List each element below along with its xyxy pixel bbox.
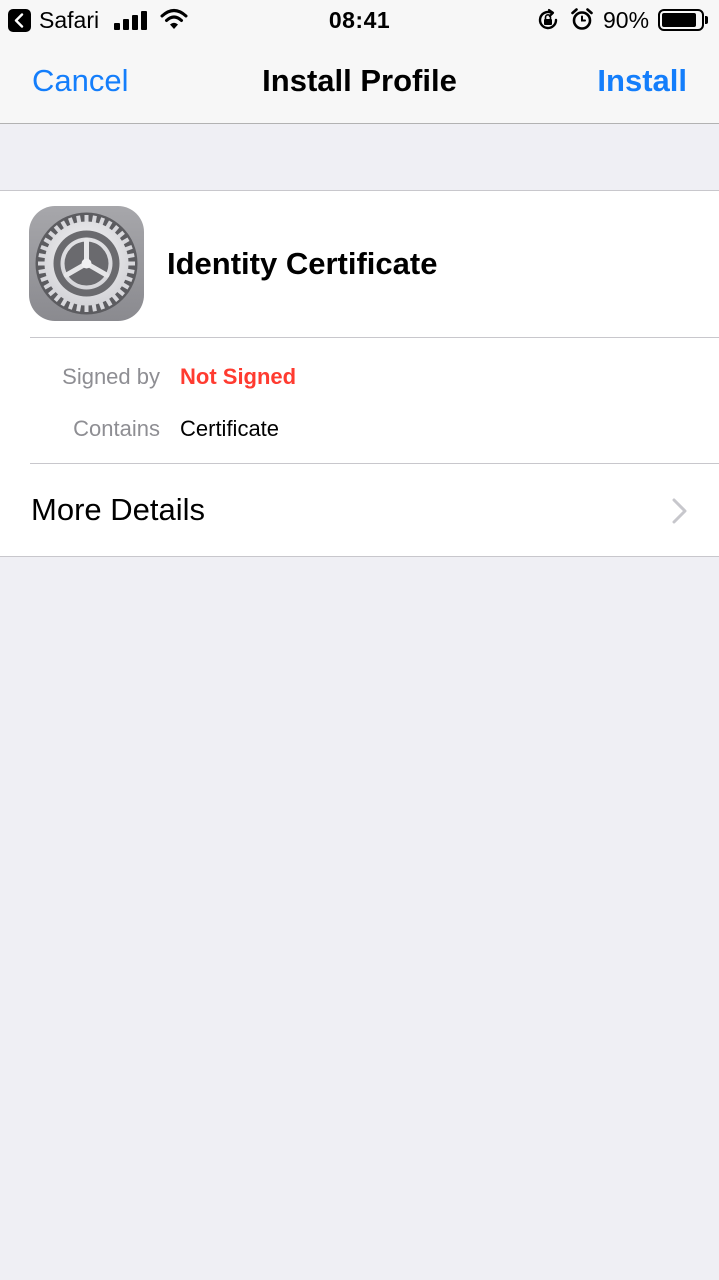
divider bbox=[30, 337, 719, 338]
profile-name: Identity Certificate bbox=[167, 246, 438, 281]
status-bar: Safari 08:41 90% bbox=[0, 0, 719, 40]
contains-label: Contains bbox=[73, 416, 160, 441]
install-button[interactable]: Install bbox=[597, 62, 687, 100]
chevron-right-icon bbox=[672, 498, 687, 524]
settings-gear-icon bbox=[29, 206, 144, 321]
alarm-icon bbox=[571, 8, 593, 30]
orientation-lock-icon bbox=[538, 8, 558, 30]
install-profile-screen: Safari 08:41 90% Cancel Install Profile … bbox=[0, 0, 719, 1280]
battery-percentage: 90% bbox=[603, 7, 650, 33]
navigation-bar: Cancel Install Profile Install bbox=[0, 40, 719, 124]
more-details-label: More Details bbox=[31, 492, 205, 527]
battery-tip bbox=[705, 16, 708, 24]
contains-value: Certificate bbox=[180, 416, 280, 441]
signed-by-value: Not Signed bbox=[180, 364, 297, 389]
battery-level bbox=[662, 13, 697, 27]
profile-card: Identity Certificate Signed by Not Signe… bbox=[0, 190, 719, 557]
signed-by-label: Signed by bbox=[62, 364, 160, 389]
battery-icon bbox=[658, 9, 704, 31]
cancel-button[interactable]: Cancel bbox=[32, 62, 129, 100]
more-details-row[interactable]: More Details bbox=[0, 464, 719, 557]
